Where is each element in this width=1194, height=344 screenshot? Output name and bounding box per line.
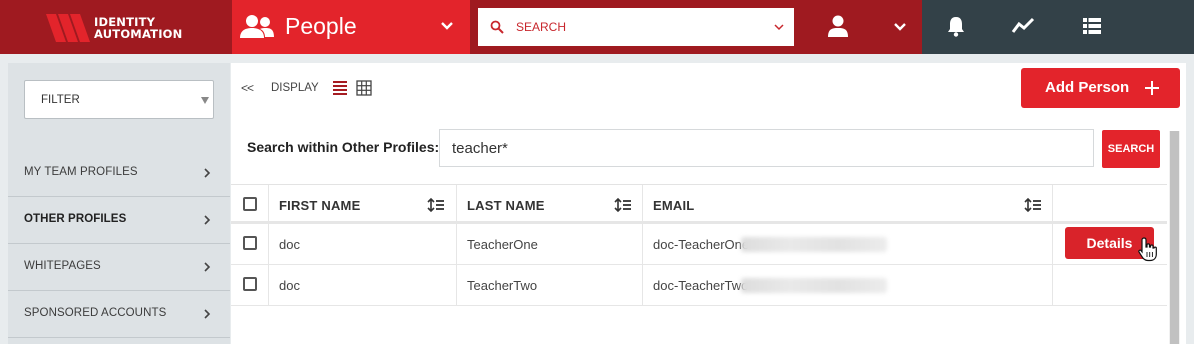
select-all-cell bbox=[231, 185, 269, 221]
chevron-right-icon bbox=[204, 168, 211, 178]
global-search-input[interactable] bbox=[516, 17, 756, 37]
search-icon bbox=[490, 20, 504, 34]
chevron-right-icon bbox=[204, 262, 211, 272]
row-select-cell bbox=[231, 265, 269, 305]
top-bar: IDENTITY AUTOMATION People bbox=[0, 0, 1194, 54]
main-panel: << DISPLAY Add Person Search within Othe… bbox=[231, 63, 1186, 344]
row-select-cell bbox=[231, 224, 269, 264]
scrollbar-thumb[interactable] bbox=[1170, 131, 1179, 344]
sidebar-item-label: WHITEPAGES bbox=[24, 260, 101, 272]
redacted-email-domain bbox=[741, 237, 887, 252]
trend-icon[interactable] bbox=[1011, 14, 1035, 38]
module-title: People bbox=[285, 13, 357, 39]
add-person-button[interactable]: Add Person bbox=[1021, 68, 1180, 108]
redacted-email-domain bbox=[741, 278, 887, 293]
table-header: FIRST NAME LAST NAME EMAIL bbox=[231, 184, 1167, 224]
plus-icon bbox=[1145, 81, 1159, 95]
user-icon bbox=[828, 15, 848, 37]
email-cell: doc-TeacherTwo bbox=[643, 265, 1053, 305]
email-cell: doc-TeacherOne bbox=[643, 224, 1053, 264]
first-name-cell: doc bbox=[269, 265, 457, 305]
filter-label: FILTER bbox=[41, 94, 80, 106]
module-switcher[interactable]: People bbox=[232, 0, 470, 54]
sidebar: FILTER MY TEAM PROFILES OTHER PROFILES W… bbox=[8, 63, 230, 344]
row-checkbox[interactable] bbox=[243, 277, 257, 291]
column-header-label: FIRST NAME bbox=[279, 198, 361, 213]
email: doc-TeacherOne bbox=[653, 237, 750, 252]
column-last-name[interactable]: LAST NAME bbox=[457, 185, 643, 221]
first-name: doc bbox=[279, 237, 300, 252]
table-row[interactable]: doc TeacherOne doc-TeacherOne Details bbox=[231, 224, 1167, 265]
scrollbar[interactable] bbox=[1169, 131, 1180, 344]
list-view-icon[interactable] bbox=[332, 80, 348, 96]
chevron-down-icon bbox=[894, 23, 906, 31]
collapse-sidebar-button[interactable]: << bbox=[241, 81, 254, 95]
last-name-cell: TeacherTwo bbox=[457, 265, 643, 305]
people-group-icon bbox=[240, 15, 274, 38]
sidebar-item-label: MY TEAM PROFILES bbox=[24, 166, 138, 178]
sort-icon[interactable] bbox=[614, 197, 632, 213]
search-within-button[interactable]: SEARCH bbox=[1102, 130, 1160, 168]
column-email[interactable]: EMAIL bbox=[643, 185, 1053, 221]
grid-view-icon[interactable] bbox=[356, 80, 372, 96]
last-name: TeacherTwo bbox=[467, 278, 538, 293]
list-icon[interactable] bbox=[1080, 14, 1104, 38]
row-checkbox[interactable] bbox=[243, 236, 257, 250]
display-label: DISPLAY bbox=[271, 82, 319, 94]
column-header-label: EMAIL bbox=[653, 198, 695, 213]
sidebar-item-sponsored-accounts[interactable]: SPONSORED ACCOUNTS bbox=[8, 291, 230, 338]
chevron-down-icon[interactable] bbox=[774, 23, 784, 31]
logo-text: IDENTITY AUTOMATION bbox=[94, 15, 183, 41]
global-search bbox=[470, 0, 804, 54]
filter-select[interactable]: FILTER bbox=[24, 80, 214, 119]
select-all-checkbox[interactable] bbox=[243, 197, 257, 211]
sort-icon[interactable] bbox=[427, 197, 445, 213]
column-actions bbox=[1053, 185, 1167, 221]
identity-automation-logo-icon bbox=[46, 14, 90, 42]
global-search-box[interactable] bbox=[478, 8, 794, 46]
actions-cell: Details bbox=[1053, 224, 1167, 264]
first-name: doc bbox=[279, 278, 300, 293]
chevron-right-icon bbox=[204, 215, 211, 225]
sidebar-item-my-team-profiles[interactable]: MY TEAM PROFILES bbox=[8, 150, 230, 197]
actions-cell bbox=[1053, 265, 1167, 305]
sidebar-item-label: OTHER PROFILES bbox=[24, 213, 127, 225]
dropdown-arrow-icon bbox=[201, 97, 209, 104]
sidebar-item-other-profiles[interactable]: OTHER PROFILES bbox=[8, 197, 230, 244]
column-first-name[interactable]: FIRST NAME bbox=[269, 185, 457, 221]
add-person-label: Add Person bbox=[1045, 79, 1130, 96]
tools-bar bbox=[922, 0, 1194, 54]
column-header-label: LAST NAME bbox=[467, 198, 545, 213]
table-row[interactable]: doc TeacherTwo doc-TeacherTwo bbox=[231, 265, 1167, 306]
email: doc-TeacherTwo bbox=[653, 278, 749, 293]
user-menu[interactable] bbox=[804, 0, 922, 54]
first-name-cell: doc bbox=[269, 224, 457, 264]
sort-icon[interactable] bbox=[1024, 197, 1042, 213]
hand-pointer-cursor-icon bbox=[1138, 237, 1157, 262]
last-name: TeacherOne bbox=[467, 237, 538, 252]
search-within-input[interactable] bbox=[439, 129, 1094, 167]
sidebar-item-whitepages[interactable]: WHITEPAGES bbox=[8, 244, 230, 291]
chevron-down-icon bbox=[441, 22, 453, 30]
bell-icon[interactable] bbox=[944, 14, 968, 38]
sidebar-item-label: SPONSORED ACCOUNTS bbox=[24, 307, 167, 319]
chevron-right-icon bbox=[204, 309, 211, 319]
search-within-label: Search within Other Profiles: bbox=[247, 139, 440, 155]
last-name-cell: TeacherOne bbox=[457, 224, 643, 264]
brand-logo[interactable]: IDENTITY AUTOMATION bbox=[0, 0, 232, 54]
